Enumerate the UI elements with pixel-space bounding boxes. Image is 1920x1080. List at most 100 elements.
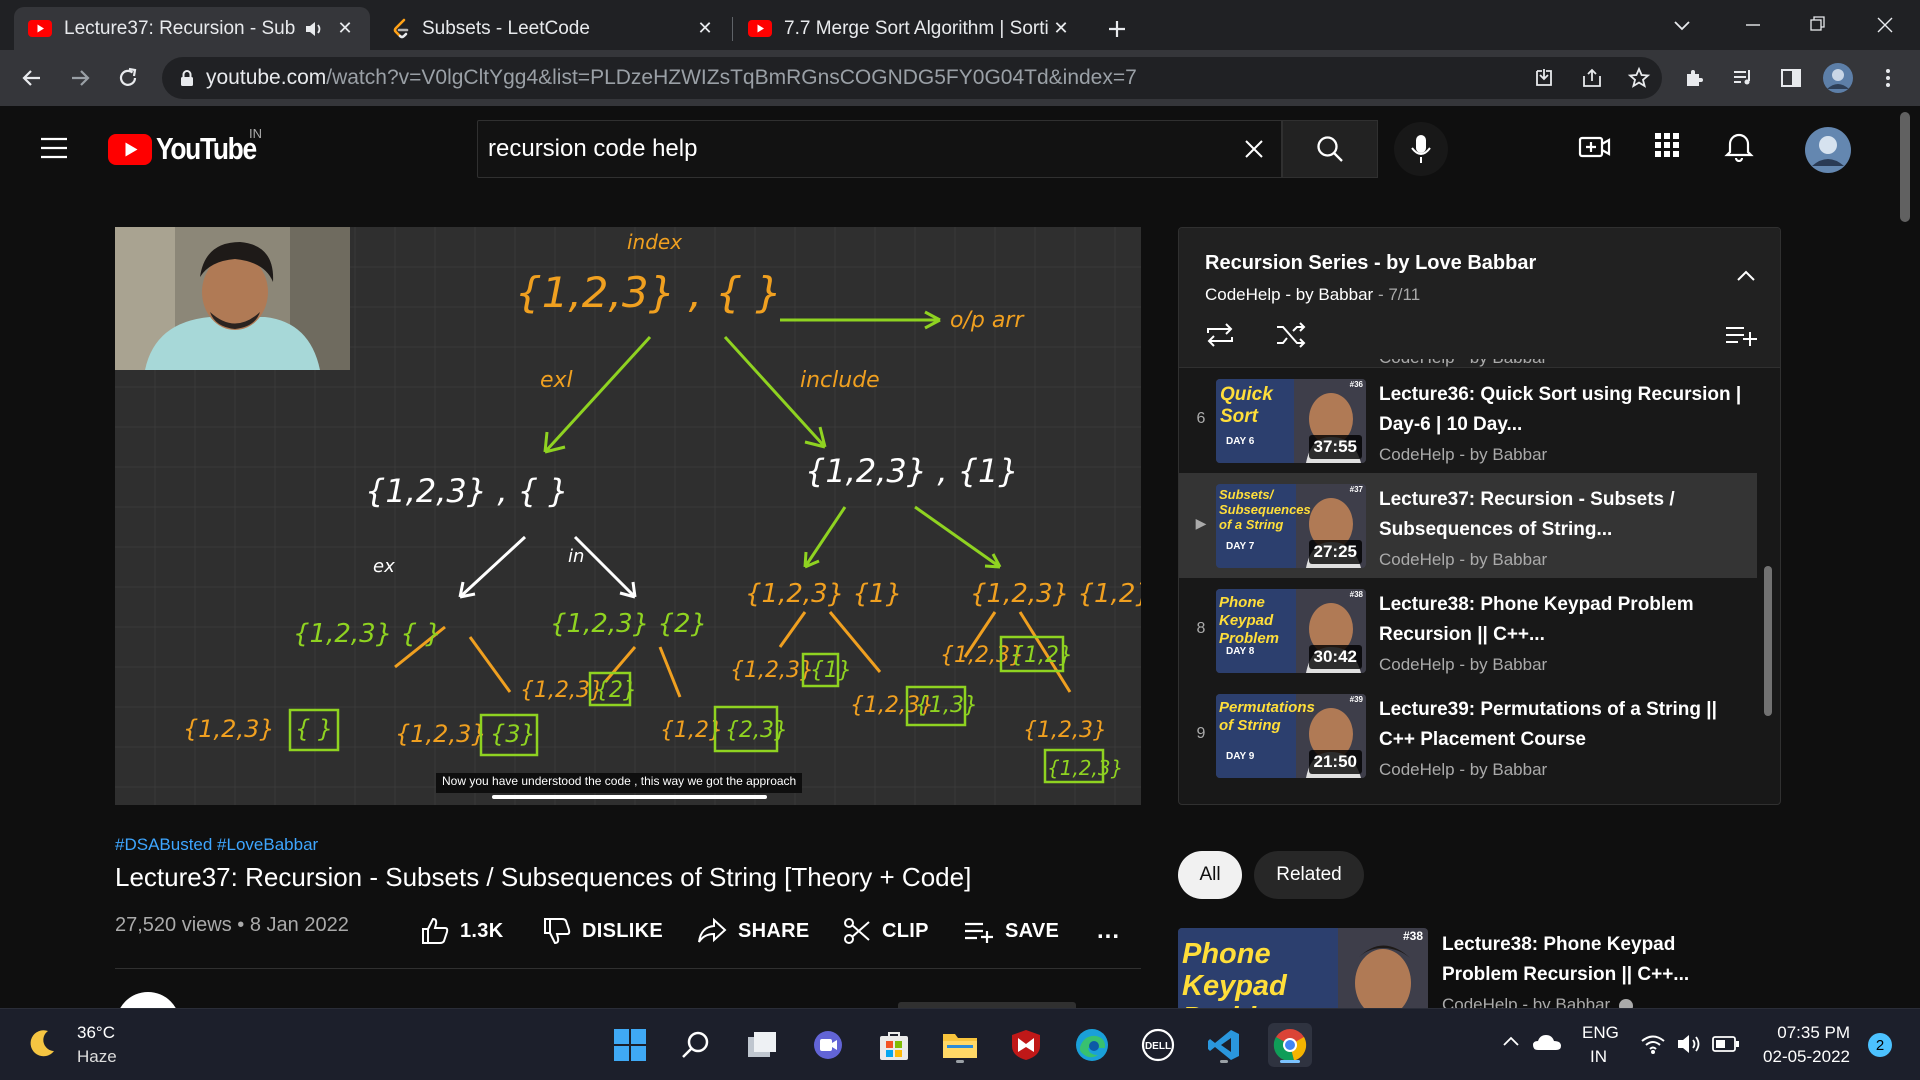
tab-search-button[interactable] <box>1665 12 1699 38</box>
chrome-menu-button[interactable] <box>1870 60 1906 96</box>
channel-avatar[interactable] <box>116 992 180 1008</box>
file-explorer-button[interactable] <box>938 1023 982 1067</box>
video-duration: 37:55 <box>1308 435 1362 459</box>
forward-button[interactable] <box>62 60 98 96</box>
show-hidden-icons-button[interactable] <box>1500 1031 1522 1053</box>
guide-menu-button[interactable] <box>36 130 72 166</box>
more-actions-button[interactable]: ... <box>1097 912 1120 950</box>
playlist-item-current[interactable]: ▶ Subsets/ Subsequences of a String DAY … <box>1179 473 1757 578</box>
page-scrollbar[interactable] <box>1900 112 1910 222</box>
store-button[interactable] <box>872 1023 916 1067</box>
video-thumbnail[interactable]: Phone Keypad Problem DAY 8 #38 30:42 <box>1216 589 1366 673</box>
chevron-down-icon <box>1674 21 1690 31</box>
video-thumbnail[interactable]: Permutations of String DAY 9 #39 21:50 <box>1216 694 1366 778</box>
video-hashtags[interactable]: #DSABusted #LoveBabbar <box>115 835 318 855</box>
onedrive-icon[interactable] <box>1532 1031 1562 1053</box>
dislike-button[interactable]: DISLIKE <box>542 912 663 950</box>
start-button[interactable] <box>608 1023 652 1067</box>
dell-app-button[interactable]: D​E​L​L <box>1136 1023 1180 1067</box>
shuffle-icon <box>1277 322 1306 348</box>
tab-leetcode-subsets[interactable]: Subsets - LeetCode ✕ <box>378 7 730 50</box>
restore-window-button[interactable] <box>1794 10 1840 40</box>
minimize-window-button[interactable] <box>1730 10 1776 40</box>
tab-youtube-lecture37[interactable]: Lecture37: Recursion - Subsequ ✕ <box>14 7 370 50</box>
task-view-button[interactable] <box>740 1023 784 1067</box>
playlist-item-title[interactable]: Lecture38: Phone Keypad Problem Recursio… <box>1379 590 1749 650</box>
playlist-separator: - <box>1377 285 1389 304</box>
playlist-channel[interactable]: CodeHelp - by Babbar <box>1205 285 1373 304</box>
bookmark-star-icon[interactable] <box>1627 66 1651 90</box>
account-avatar-button[interactable] <box>1804 126 1852 174</box>
related-video-thumbnail[interactable]: Phone Keypad Problem #38 <box>1178 928 1428 1008</box>
playlist-scrollbar[interactable] <box>1764 566 1772 716</box>
close-tab-icon[interactable]: ✕ <box>1050 18 1072 40</box>
chip-related[interactable]: Related <box>1254 851 1364 899</box>
mcafee-button[interactable] <box>1004 1023 1048 1067</box>
close-window-button[interactable] <box>1862 10 1908 40</box>
clip-button[interactable]: CLIP <box>842 912 929 950</box>
share-icon[interactable] <box>1580 66 1604 90</box>
clear-search-icon[interactable] <box>1241 136 1267 162</box>
close-tab-icon[interactable]: ✕ <box>334 18 356 40</box>
search-button[interactable] <box>1282 120 1378 178</box>
chrome-button[interactable] <box>1268 1023 1312 1067</box>
notification-count-badge[interactable]: 2 <box>1868 1033 1892 1057</box>
speaker-icon[interactable] <box>304 20 324 38</box>
teams-chat-button[interactable] <box>806 1023 850 1067</box>
media-control-button[interactable] <box>1725 60 1761 96</box>
playlist-item-title[interactable]: Lecture37: Recursion - Subsets / Subsequ… <box>1379 485 1749 545</box>
wifi-icon[interactable] <box>1640 1033 1666 1055</box>
thumbnail-text: Quick Sort <box>1220 384 1273 427</box>
clock-date[interactable]: 02-05-2022 <box>1762 1047 1850 1067</box>
share-button[interactable]: SHARE <box>696 912 810 950</box>
playlist-add-icon <box>965 922 993 943</box>
avatar-icon <box>1805 127 1851 173</box>
notifications-button[interactable] <box>1724 130 1760 166</box>
voice-search-button[interactable] <box>1394 122 1448 176</box>
vscode-button[interactable] <box>1202 1023 1246 1067</box>
edge-browser-button[interactable] <box>1070 1023 1114 1067</box>
extensions-button[interactable] <box>1677 60 1713 96</box>
share-arrow-icon <box>698 917 727 943</box>
close-tab-icon[interactable]: ✕ <box>694 18 716 40</box>
collapse-playlist-button[interactable] <box>1734 264 1758 288</box>
playlist-add-icon <box>1726 327 1757 346</box>
shuffle-playlist-button[interactable] <box>1274 320 1308 350</box>
tab-merge-sort[interactable]: 7.7 Merge Sort Algorithm | Sorting ✕ <box>734 7 1086 50</box>
apps-button[interactable] <box>1652 130 1688 166</box>
playlist-item-title[interactable]: Lecture39: Permutations of a String || C… <box>1379 695 1749 755</box>
video-thumbnail[interactable]: Quick Sort DAY 6 #36 37:55 <box>1216 379 1366 463</box>
chip-all[interactable]: All <box>1178 851 1242 899</box>
related-video-title[interactable]: Lecture38: Phone Keypad Problem Recursio… <box>1442 930 1742 990</box>
playlist-title[interactable]: Recursion Series - by Love Babbar <box>1205 252 1536 275</box>
dell-logo-icon: D​E​L​L <box>1141 1028 1175 1062</box>
back-button[interactable] <box>14 60 50 96</box>
loop-playlist-button[interactable] <box>1203 320 1237 350</box>
playlist-item-title[interactable]: Lecture36: Quick Sort using Recursion | … <box>1379 380 1749 440</box>
video-player[interactable]: {1,2,3} , { } index o/p arr exl include … <box>115 227 1141 805</box>
install-app-icon[interactable] <box>1532 66 1556 90</box>
like-button[interactable]: 1.3K <box>420 912 503 950</box>
lock-icon[interactable] <box>180 69 194 87</box>
playlist-item[interactable]: 9 Permutations of String DAY 9 #39 21:50… <box>1179 683 1757 788</box>
volume-icon[interactable] <box>1676 1033 1702 1055</box>
new-tab-button[interactable] <box>1100 12 1134 46</box>
address-bar[interactable]: youtube.com/watch?v=V0lgCltYgg4&list=PLD… <box>162 57 1662 99</box>
playlist-item[interactable]: 8 Phone Keypad Problem DAY 8 #38 30:42 L… <box>1179 578 1757 683</box>
language-indicator[interactable]: ENG <box>1582 1023 1619 1043</box>
partial-channel: CodeHelp - by Babbar <box>1379 359 1547 367</box>
profile-avatar-button[interactable] <box>1820 60 1856 96</box>
save-button[interactable]: SAVE <box>963 912 1059 950</box>
taskbar-search-button[interactable] <box>674 1023 718 1067</box>
clock-time[interactable]: 07:35 PM <box>1762 1023 1850 1043</box>
search-input[interactable]: recursion code help <box>477 120 1282 178</box>
side-panel-button[interactable] <box>1773 60 1809 96</box>
battery-icon[interactable] <box>1712 1035 1740 1053</box>
reload-button[interactable] <box>110 60 146 96</box>
board-level2-d: {1,2,3} {1,2} <box>970 579 1141 609</box>
video-thumbnail[interactable]: Subsets/ Subsequences of a String DAY 7 … <box>1216 484 1366 568</box>
playlist-item[interactable]: 6 Quick Sort DAY 6 #36 37:55 Lecture36: … <box>1179 368 1757 473</box>
create-button[interactable] <box>1578 130 1614 166</box>
playlist-save-button[interactable] <box>1724 320 1758 350</box>
weather-widget[interactable] <box>24 1025 60 1061</box>
